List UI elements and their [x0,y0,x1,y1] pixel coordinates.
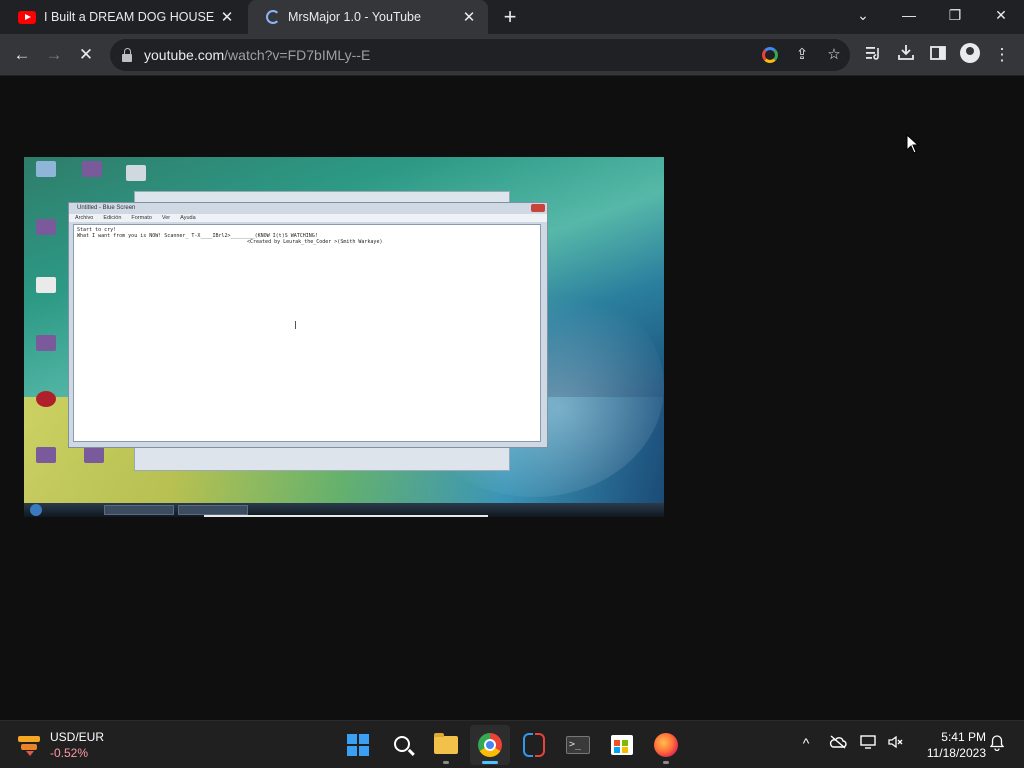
desktop-app-icon [36,335,56,351]
windows-taskbar: USD/EUR -0.52% >_ ^ 5:41 PM 11/18/2023 [0,720,1024,768]
volume-muted-icon[interactable] [885,735,907,755]
browser-toolbar: ← → ✕ youtube.com/watch?v=FD7bIMLy--E ⇪ … [0,34,1024,76]
firefox-app[interactable] [646,725,686,765]
desktop-app-icon [36,447,56,463]
network-icon[interactable] [858,735,880,755]
close-window-button[interactable]: ✕ [978,0,1024,30]
document-icon [36,277,56,293]
notepad-title: Untitled - Blue Screen [77,205,136,211]
tab-dream-dog-house[interactable]: I Built a DREAM DOG HOUSE and ✕ [0,0,246,34]
widget-change: -0.52% [50,746,89,760]
store-icon [611,735,633,755]
notification-bell-icon[interactable] [986,735,1008,755]
forward-arrow-icon[interactable]: → [40,41,68,69]
page-content: Untitled - Blue Screen Archivo Edición F… [0,77,1024,720]
stop-loading-icon[interactable]: ✕ [72,41,100,69]
desktop-app-icon [82,161,102,177]
widget-symbol: USD/EUR [50,730,105,744]
folder-icon [434,733,458,754]
text-caret [295,321,296,329]
currency-widget[interactable]: USD/EUR -0.52% [14,729,134,761]
show-hidden-icons-chevron[interactable]: ^ [795,735,817,755]
search-button[interactable] [383,725,423,765]
switch-app[interactable] [514,725,554,765]
chrome-menu-icon[interactable]: ⋮ [988,41,1016,69]
desktop-app-icon [84,447,104,463]
recycle-bin-icon [36,161,56,177]
clock-time: 5:41 PM [941,730,986,744]
menu-item: Ver [161,215,171,221]
address-bar[interactable]: youtube.com/watch?v=FD7bIMLy--E ⇪ ☆ [110,39,850,71]
clock-date: 11/18/2023 [926,746,986,760]
menu-item: Ayuda [180,215,196,221]
menu-item: Archivo [75,215,94,221]
new-tab-button[interactable]: + [498,4,522,30]
reading-list-icon[interactable] [860,41,888,69]
url-path: /watch?v=FD7bIMLy--E [224,47,371,63]
notepad-text-area: Start to cry! What I want from you is NO… [73,224,541,442]
mouse-cursor-icon [906,134,920,154]
side-panel-icon[interactable] [924,41,952,69]
windows-logo-icon [347,734,369,756]
onedrive-offline-icon[interactable] [827,735,849,755]
notepad-line: <Created by Leurak_the_Coder >(Smith War… [247,239,383,245]
bookmark-star-icon[interactable]: ☆ [822,43,846,67]
tab-search-chevron-icon[interactable]: ⌄ [840,0,886,30]
notepad-window: Untitled - Blue Screen Archivo Edición F… [68,202,548,448]
running-indicator [663,761,669,764]
tab-close-icon[interactable]: ✕ [218,8,236,26]
tab-title: MrsMajor 1.0 - YouTube [288,10,421,24]
video-taskbar-button [178,505,248,515]
media-app-icon [36,391,56,407]
youtube-icon [18,10,36,24]
search-icon [393,735,410,752]
menu-item: Edición [103,215,122,221]
chrome-icon [478,733,502,757]
notepad-menu: Archivo Edición Formato Ver Ayuda [69,214,547,222]
profile-avatar-icon[interactable] [956,41,984,69]
running-indicator [443,761,449,764]
tab-mrsmajor[interactable]: MrsMajor 1.0 - YouTube ✕ [248,0,488,34]
currency-trend-icon [18,733,40,756]
vista-start-orb-icon [30,504,42,516]
file-explorer-app[interactable] [426,725,466,765]
desktop-app-icon [36,219,56,235]
menu-item: Formato [131,215,152,221]
url-text[interactable]: youtube.com/watch?v=FD7bIMLy--E [144,47,370,63]
system-clock[interactable]: 5:41 PM 11/18/2023 [914,729,986,761]
close-icon [531,204,545,212]
video-taskbar-button [104,505,174,515]
network-icon [126,165,146,181]
start-button[interactable] [338,725,378,765]
firefox-icon [654,733,678,757]
minimize-button[interactable]: — [886,0,932,30]
tab-title: I Built a DREAM DOG HOUSE and [44,10,218,24]
running-indicator [482,761,498,764]
terminal-icon: >_ [566,736,590,754]
tab-close-icon[interactable]: ✕ [460,8,478,26]
nintendo-switch-icon [523,733,545,757]
loading-spinner-icon [266,10,280,24]
chrome-app[interactable] [470,725,510,765]
google-lens-icon[interactable] [758,43,782,67]
share-icon[interactable]: ⇪ [790,43,814,67]
video-player[interactable]: Untitled - Blue Screen Archivo Edición F… [24,157,664,517]
store-app[interactable] [602,725,642,765]
restore-button[interactable]: ❐ [932,0,978,30]
terminal-app[interactable]: >_ [558,725,598,765]
download-icon[interactable] [892,41,920,69]
tab-strip: I Built a DREAM DOG HOUSE and ✕ MrsMajor… [0,0,1024,34]
lock-icon[interactable] [122,47,132,62]
url-host: youtube.com [144,47,225,63]
back-arrow-icon[interactable]: ← [8,41,36,69]
video-progress-bar[interactable] [204,515,488,517]
